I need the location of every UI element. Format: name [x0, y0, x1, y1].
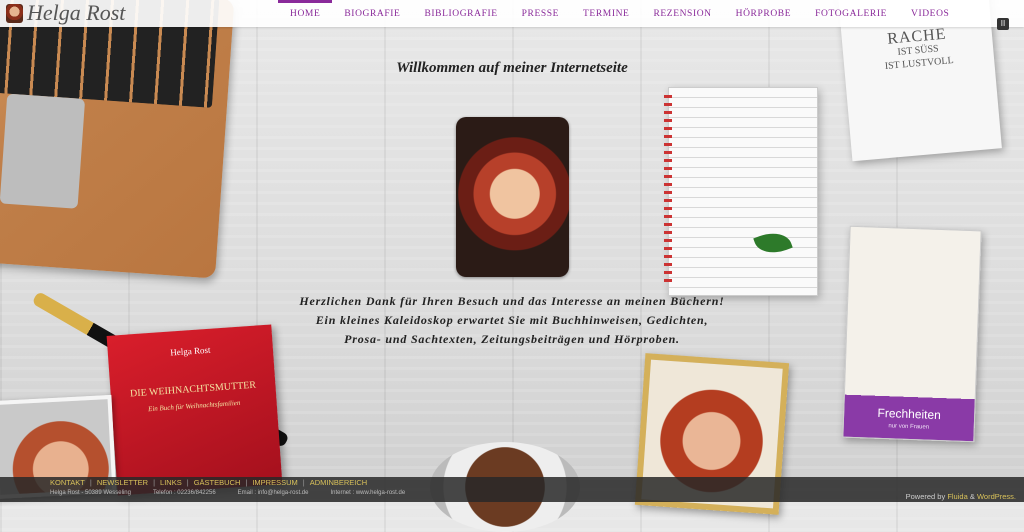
footer-links: KONTAKT | NEWSLETTER | LINKS | GÄSTEBUCH… — [50, 478, 367, 487]
footer-separator: | — [302, 478, 305, 487]
nav-item-home[interactable]: HOME — [278, 0, 333, 27]
nav-item-presse[interactable]: PRESSE — [510, 0, 571, 27]
powered-by-fluida-link[interactable]: Fluida — [947, 492, 967, 501]
footer-separator: | — [245, 478, 248, 487]
footer-contact-phone: Telefon : 02236/842256 — [152, 490, 216, 496]
intro-line-2: Ein kleines Kaleidoskop erwartet Sie mit… — [315, 313, 709, 327]
footer-separator: | — [153, 478, 156, 487]
footer-contact-address: Helga Rost - 50389 Wesseling — [50, 490, 131, 496]
author-portrait — [456, 117, 569, 277]
logo-portrait-thumbnail — [6, 3, 23, 23]
pause-icon[interactable]: II — [997, 18, 1009, 30]
nav-item-hoerprobe[interactable]: HÖRPROBE — [724, 0, 803, 27]
main-nav: HOME BIOGRAFIE BIBLIOGRAFIE PRESSE TERMI… — [278, 0, 961, 27]
powered-by: Powered by Fluida & WordPress. — [906, 492, 1016, 501]
notebook-spiral — [664, 95, 672, 285]
powered-by-wordpress-link[interactable]: WordPress. — [977, 492, 1016, 501]
nav-item-bibliografie[interactable]: BIBLIOGRAFIE — [412, 0, 509, 27]
laptop-image — [0, 0, 235, 279]
header-bar: Helga Rost HOME BIOGRAFIE BIBLIOGRAFIE P… — [0, 0, 1024, 27]
footer-contact-website: Internet : www.helga-rost.de — [330, 490, 406, 496]
footer-contact: Helga Rost - 50389 Wesseling Telefon : 0… — [50, 490, 405, 496]
powered-by-and: & — [969, 492, 975, 501]
logo-text: Helga Rost — [27, 0, 126, 25]
footer-link-newsletter[interactable]: NEWSLETTER — [97, 478, 148, 487]
intro-line-3: Prosa- und Sachtexten, Zeitungsbeiträgen… — [344, 332, 680, 346]
nav-item-fotogalerie[interactable]: FOTOGALERIE — [803, 0, 899, 27]
footer-bar: KONTAKT | NEWSLETTER | LINKS | GÄSTEBUCH… — [0, 477, 1024, 502]
footer-link-gaestebuch[interactable]: GÄSTEBUCH — [194, 478, 241, 487]
book-cover-weihnachtsmutter: Helga Rost DIE WEIHNACHTSMUTTER Ein Buch… — [106, 324, 283, 496]
intro-text: Herzlichen Dank für Ihren Besuch und das… — [0, 292, 1024, 349]
book-frech-subtitle: nur von Frauen — [888, 423, 930, 431]
footer-link-adminbereich[interactable]: ADMINBEREICH — [310, 478, 368, 487]
footer-separator: | — [186, 478, 189, 487]
footer-contact-email: Email : info@helga-rost.de — [237, 490, 309, 496]
book-red-subtitle: Ein Buch für Weihnachtsfamilien — [147, 398, 241, 414]
footer-link-kontakt[interactable]: KONTAKT — [50, 478, 85, 487]
footer-link-links[interactable]: LINKS — [160, 478, 182, 487]
notebook-image — [668, 87, 818, 296]
laptop-trackpad — [0, 93, 86, 209]
intro-line-1: Herzlichen Dank für Ihren Besuch und das… — [299, 294, 725, 308]
site-logo[interactable]: Helga Rost — [6, 0, 126, 25]
welcome-heading: Willkommen auf meiner Internetseite — [396, 60, 628, 76]
powered-by-label: Powered by — [905, 492, 946, 501]
footer-link-impressum[interactable]: IMPRESSUM — [252, 478, 297, 487]
nav-item-rezension[interactable]: REZENSION — [641, 0, 723, 27]
footer-separator: | — [89, 478, 92, 487]
nav-item-biografie[interactable]: BIOGRAFIE — [332, 0, 412, 27]
nav-item-termine[interactable]: TERMINE — [571, 0, 641, 27]
book-frech-title: Frechheiten — [877, 405, 942, 423]
nav-item-videos[interactable]: VIDEOS — [899, 0, 961, 27]
